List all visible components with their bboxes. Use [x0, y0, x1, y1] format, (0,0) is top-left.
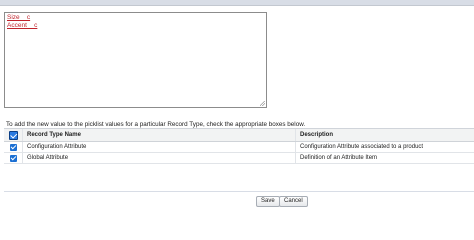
page-header-strip	[0, 0, 474, 6]
picklist-values-textarea[interactable]: Size__c Accent__c	[4, 12, 267, 108]
record-type-table: Record Type Name Description Configurati…	[4, 128, 474, 164]
record-type-name-cell: Global Attribute	[22, 153, 295, 163]
table-row: Configuration Attribute Configuration At…	[4, 142, 474, 153]
record-type-name-cell: Configuration Attribute	[22, 142, 295, 152]
textarea-value-line: Accent__c	[7, 22, 38, 29]
row-checkbox-global-attribute[interactable]	[9, 154, 17, 162]
record-type-description-cell: Configuration Attribute associated to a …	[295, 142, 474, 152]
column-header-record-type-name: Record Type Name	[22, 129, 295, 141]
table-row: Global Attribute Definition of an Attrib…	[4, 153, 474, 164]
table-header-row: Record Type Name Description	[4, 129, 474, 142]
column-header-description: Description	[295, 129, 474, 141]
textarea-value-line: Size__c	[7, 14, 31, 21]
record-type-description-cell: Definition of an Attribute Item	[295, 153, 474, 163]
row-checkbox-configuration-attribute[interactable]	[9, 143, 17, 151]
button-bar-divider	[4, 191, 474, 192]
save-button[interactable]: Save	[256, 196, 280, 207]
record-type-help-text: To add the new value to the picklist val…	[6, 121, 306, 128]
cancel-button[interactable]: Cancel	[279, 196, 308, 207]
resize-handle-icon[interactable]	[260, 101, 265, 106]
select-all-checkbox[interactable]	[8, 130, 18, 140]
